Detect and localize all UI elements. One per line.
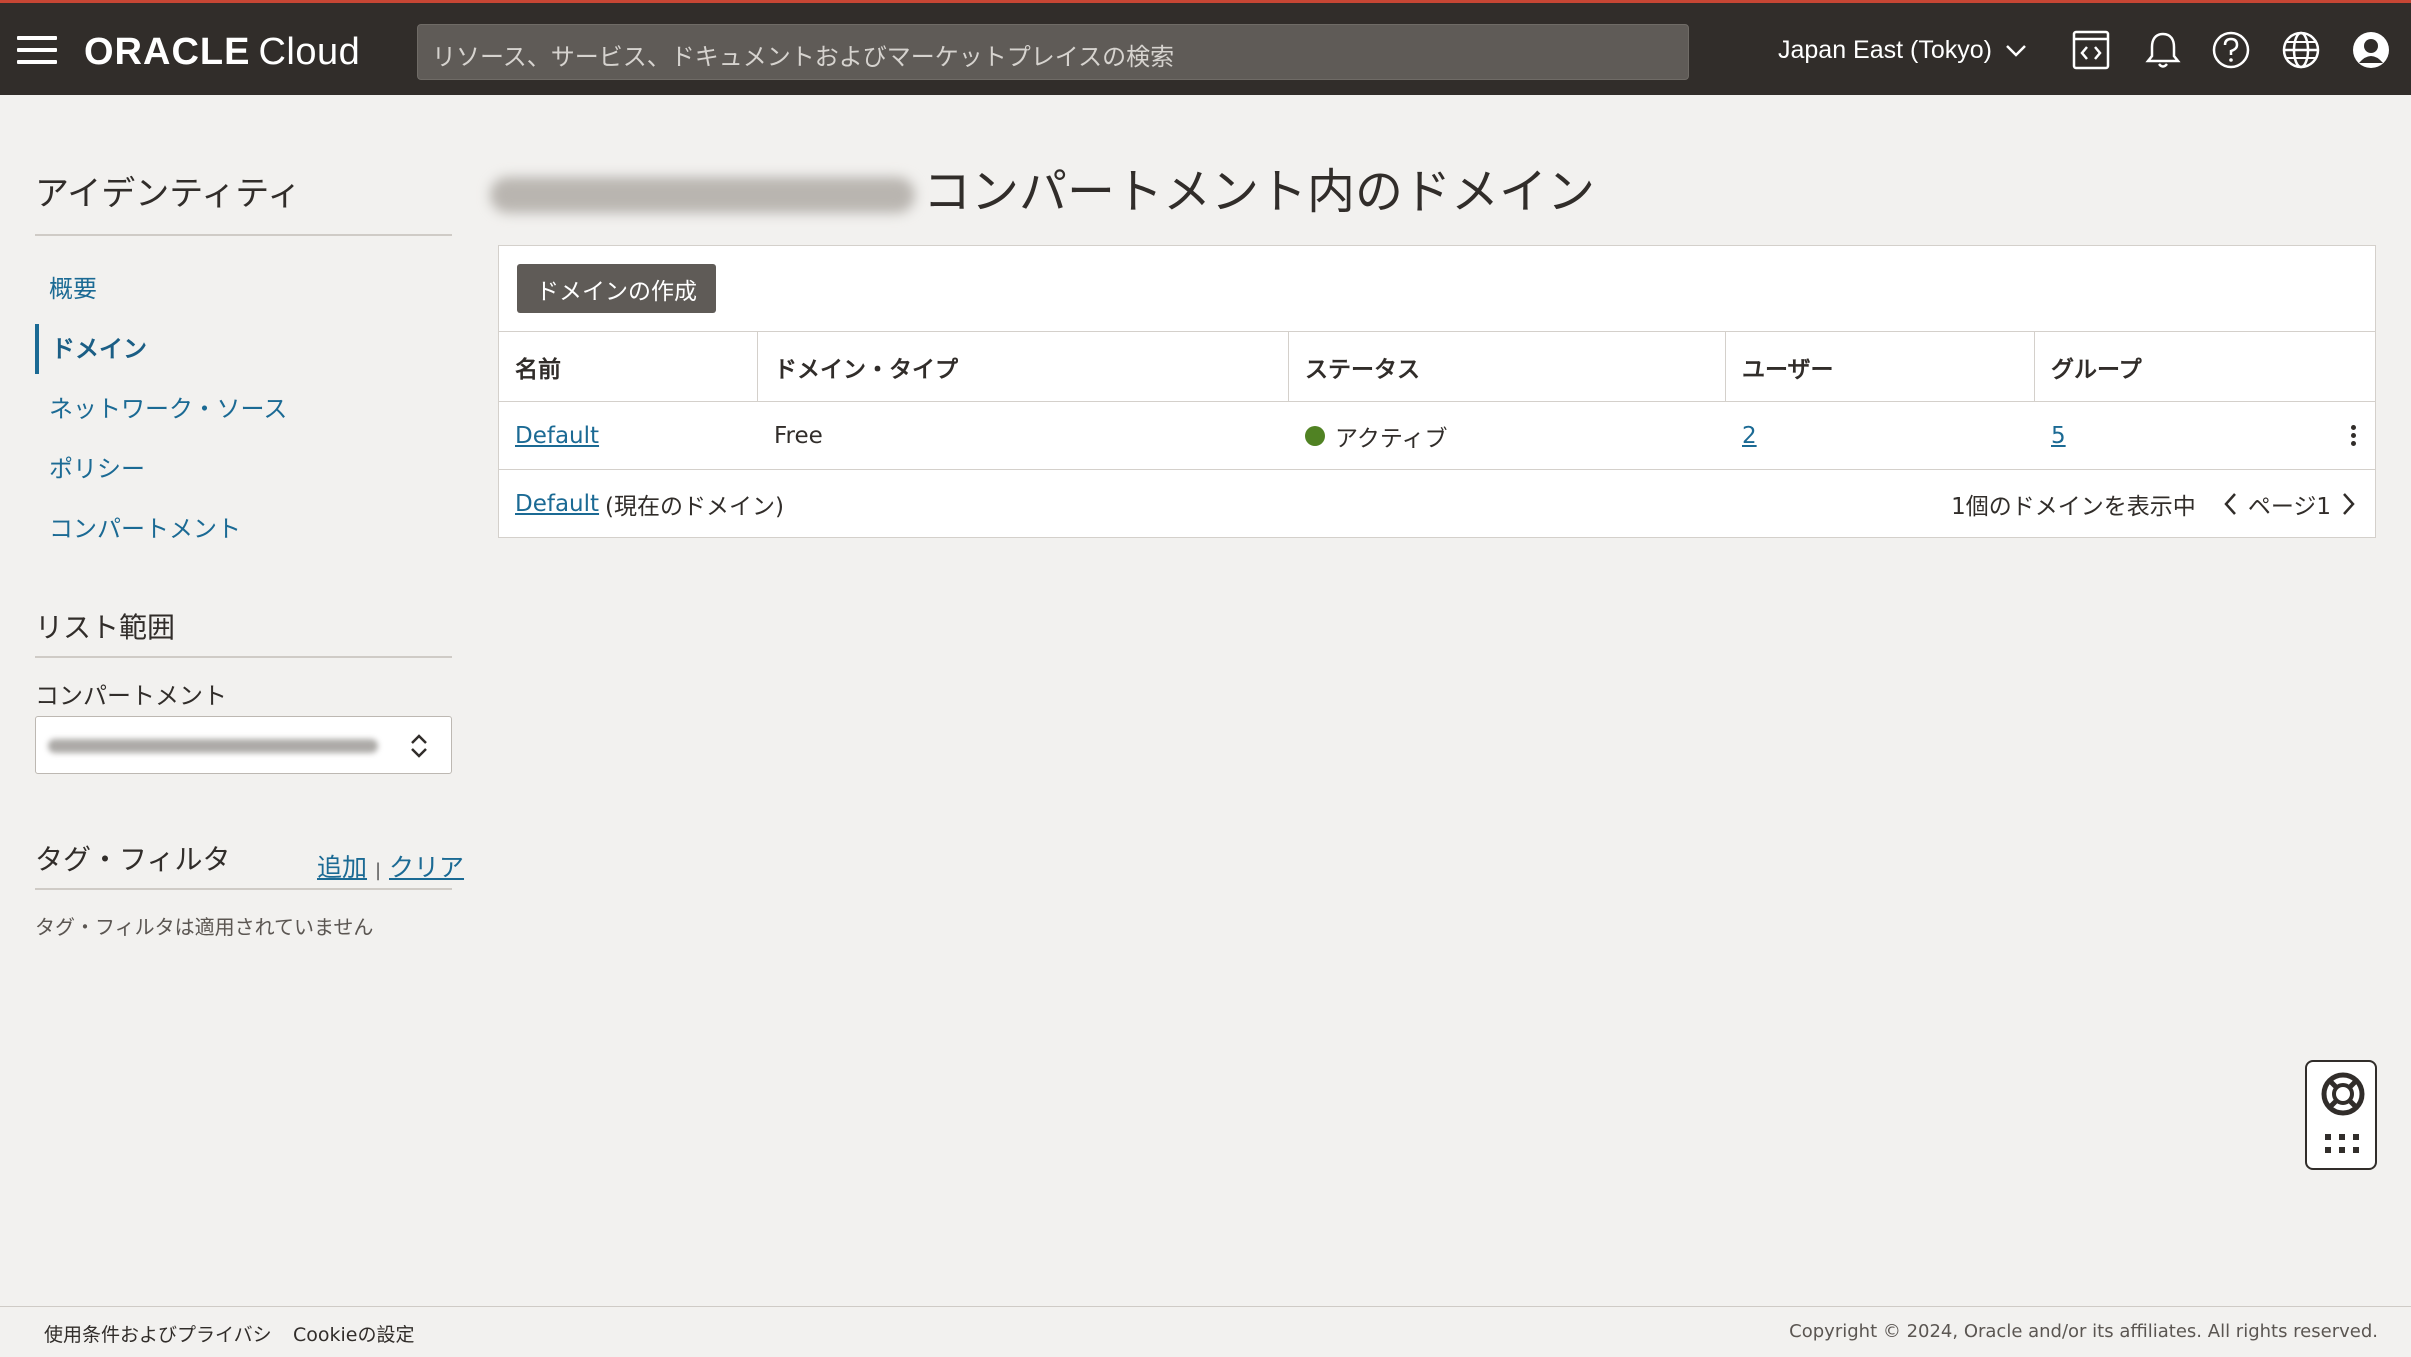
help-icon[interactable] [2210, 29, 2252, 71]
compartment-label: コンパートメント [35, 682, 227, 710]
pagination: 1個のドメインを表示中 ページ1 [1951, 470, 2367, 537]
logo-brand: ORACLE [84, 31, 251, 73]
menu-icon[interactable] [17, 36, 57, 64]
sidebar-title: アイデンティティ [35, 174, 302, 214]
column-header-domain-type[interactable]: ドメイン・タイプ [758, 332, 1289, 401]
cookie-settings-link[interactable]: Cookieの設定 [293, 1320, 415, 1347]
column-header-users[interactable]: ユーザー [1726, 332, 2035, 401]
oracle-cloud-logo[interactable]: ORACLE Cloud [84, 31, 360, 74]
apps-grid-icon [2325, 1134, 2359, 1153]
current-domain-note: (現在のドメイン) [605, 493, 784, 520]
tag-filter-note: タグ・フィルタは適用されていません [35, 915, 374, 939]
list-scope-heading: リスト範囲 [35, 611, 176, 644]
page-title-text: コンパートメント内のドメイン [923, 164, 1596, 220]
status-value: アクティブ [1335, 425, 1448, 452]
status-active-icon [1305, 425, 1325, 446]
column-header-status[interactable]: ステータス [1289, 332, 1726, 401]
sidebar-item-policies[interactable]: ポリシー [35, 444, 145, 494]
global-search-input[interactable]: リソース、サービス、ドキュメントおよびマーケットプレイスの検索 [417, 24, 1689, 80]
terms-privacy-link[interactable]: 使用条件およびプライバシ [44, 1320, 272, 1347]
domains-table-panel: ドメインの作成 名前 ドメイン・タイプ ステータス ユーザー グループ Defa… [498, 245, 2376, 538]
sidebar-divider [35, 234, 452, 236]
tag-filter-add-link[interactable]: 追加 [317, 853, 367, 882]
tag-filter-heading: タグ・フィルタ [35, 843, 231, 876]
region-selector[interactable]: Japan East (Tokyo) [1778, 36, 2027, 65]
chevron-up-down-icon [411, 734, 427, 758]
lifebuoy-icon [2321, 1072, 2365, 1116]
redacted-compartment-name [48, 739, 378, 753]
column-header-name[interactable]: 名前 [499, 332, 758, 401]
status-cell: アクティブ [1289, 402, 1726, 469]
column-header-groups[interactable]: グループ [2035, 332, 2375, 401]
tag-filter-divider [35, 888, 452, 890]
next-page-icon[interactable] [2341, 491, 2357, 517]
language-globe-icon[interactable] [2280, 29, 2322, 71]
list-scope-divider [35, 656, 452, 658]
users-count-link[interactable]: 2 [1742, 423, 1757, 449]
domain-type-value: Free [774, 422, 823, 449]
chevron-down-icon [2006, 45, 2026, 58]
copyright-text: Copyright © 2024, Oracle and/or its affi… [1789, 1321, 2378, 1342]
table-header-row: 名前 ドメイン・タイプ ステータス ユーザー グループ [499, 331, 2375, 401]
current-domain-link[interactable]: Default [515, 491, 599, 517]
sidebar-item-network-sources[interactable]: ネットワーク・ソース [35, 384, 287, 434]
sidebar-item-domains[interactable]: ドメイン [35, 324, 147, 374]
user-profile-icon[interactable] [2350, 29, 2392, 71]
table-footer: Default (現在のドメイン) 1個のドメインを表示中 ページ1 [499, 469, 2375, 537]
notifications-bell-icon[interactable] [2142, 29, 2184, 71]
previous-page-icon[interactable] [2222, 491, 2238, 517]
compartment-select[interactable] [35, 716, 452, 774]
row-actions-kebab-icon[interactable] [2341, 422, 2365, 452]
groups-count-link[interactable]: 5 [2051, 423, 2066, 449]
page-number-text: ページ1 [2247, 493, 2331, 520]
showing-count-text: 1個のドメインを表示中 [1951, 493, 2196, 520]
help-support-widget[interactable] [2305, 1060, 2377, 1170]
tag-filter-actions: 追加 | クリア [317, 848, 464, 884]
redacted-compartment-name [490, 177, 915, 213]
current-domain-info: Default (現在のドメイン) [499, 470, 1299, 537]
create-domain-button[interactable]: ドメインの作成 [517, 264, 716, 313]
top-navigation-bar: ORACLE Cloud リソース、サービス、ドキュメントおよびマーケットプレイス… [0, 0, 2411, 95]
table-row: Default Free アクティブ 2 5 [499, 401, 2375, 469]
sidebar-item-compartments[interactable]: コンパートメント [35, 504, 241, 554]
sidebar-item-overview[interactable]: 概要 [35, 264, 97, 314]
tag-filter-separator: | [374, 860, 382, 881]
tag-filter-clear-link[interactable]: クリア [389, 853, 464, 882]
page-title: コンパートメント内のドメイン [490, 152, 1595, 222]
developer-tools-icon[interactable] [2070, 29, 2112, 71]
logo-product: Cloud [258, 31, 361, 73]
region-label: Japan East (Tokyo) [1778, 36, 1992, 64]
domain-name-link[interactable]: Default [515, 423, 599, 449]
